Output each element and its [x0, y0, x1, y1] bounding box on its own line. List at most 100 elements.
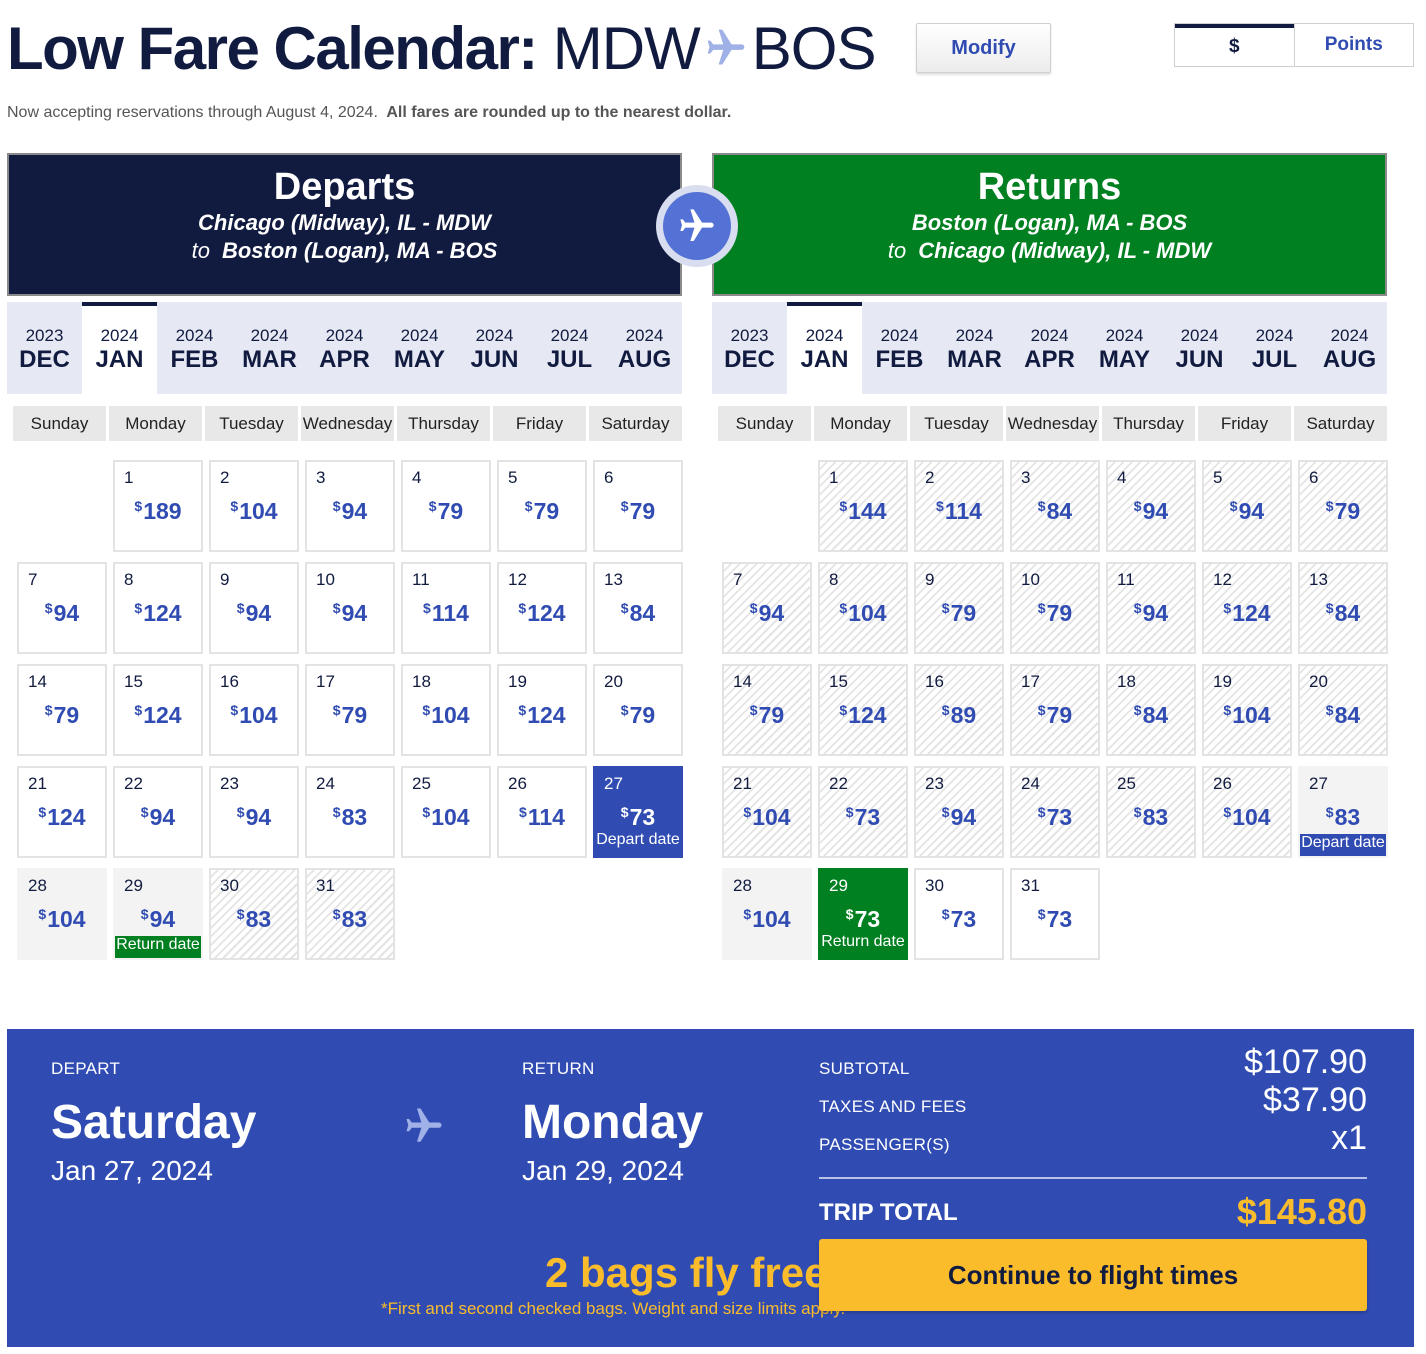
day-number: 22 — [124, 774, 143, 793]
depart-day-cell[interactable]: 17 $79 — [305, 664, 395, 756]
depart-day-cell[interactable]: 13 $84 — [593, 562, 683, 654]
depart-day-cell[interactable]: 5 $79 — [497, 460, 587, 552]
return-day-cell[interactable]: 28 $104 — [722, 868, 812, 960]
return-day-cell[interactable]: 31 $73 — [1010, 868, 1100, 960]
depart-day-cell[interactable]: 7 $94 — [17, 562, 107, 654]
depart-month-tab-aug[interactable]: 2024 AUG — [607, 302, 682, 394]
return-day-cell[interactable]: 25 $83 — [1106, 766, 1196, 858]
return-weekday-wednesday: Wednesday — [1006, 406, 1099, 441]
return-month-tab-may[interactable]: 2024 MAY — [1087, 302, 1162, 394]
depart-month-tab-dec[interactable]: 2023 DEC — [7, 302, 82, 394]
return-day-cell[interactable]: 11 $94 — [1106, 562, 1196, 654]
return-weekday-monday: Monday — [814, 406, 907, 441]
return-day-cell[interactable]: 22 $73 — [818, 766, 908, 858]
day-number: 18 — [412, 672, 431, 691]
depart-day-cell[interactable]: 24 $83 — [305, 766, 395, 858]
currency-dollars-option[interactable]: $ — [1175, 24, 1294, 66]
depart-day-cell[interactable]: 4 $79 — [401, 460, 491, 552]
return-month-tab-mar[interactable]: 2024 MAR — [937, 302, 1012, 394]
depart-day-cell[interactable]: 27 $73 Depart date — [593, 766, 683, 858]
depart-month-tab-apr[interactable]: 2024 APR — [307, 302, 382, 394]
return-day-cell[interactable]: 6 $79 — [1298, 460, 1388, 552]
depart-day-cell[interactable]: 26 $114 — [497, 766, 587, 858]
return-day-cell[interactable]: 21 $104 — [722, 766, 812, 858]
depart-day-cell[interactable]: 11 $114 — [401, 562, 491, 654]
depart-day-cell[interactable]: 21 $124 — [17, 766, 107, 858]
return-day-cell[interactable]: 29 $73 Return date — [818, 868, 908, 960]
return-day-cell[interactable]: 1 $144 — [818, 460, 908, 552]
return-day-cell[interactable]: 4 $94 — [1106, 460, 1196, 552]
depart-day-cell[interactable]: 8 $124 — [113, 562, 203, 654]
return-day-cell[interactable]: 16 $89 — [914, 664, 1004, 756]
return-day-cell[interactable]: 24 $73 — [1010, 766, 1100, 858]
return-month-tab-dec[interactable]: 2023 DEC — [712, 302, 787, 394]
currency-symbol: $ — [140, 804, 149, 820]
depart-day-cell[interactable]: 18 $104 — [401, 664, 491, 756]
return-day-cell[interactable]: 20 $84 — [1298, 664, 1388, 756]
return-day-cell[interactable]: 3 $84 — [1010, 460, 1100, 552]
fare-amount: 104 — [1232, 702, 1271, 728]
depart-day-cell[interactable]: 3 $94 — [305, 460, 395, 552]
depart-day-cell[interactable]: 6 $79 — [593, 460, 683, 552]
depart-day-cell[interactable]: 14 $79 — [17, 664, 107, 756]
day-number: 2 — [220, 468, 230, 487]
depart-day-cell[interactable]: 20 $79 — [593, 664, 683, 756]
depart-label: DEPART — [51, 1059, 121, 1078]
depart-day-cell[interactable]: 23 $94 — [209, 766, 299, 858]
depart-month-tab-jul[interactable]: 2024 JUL — [532, 302, 607, 394]
currency-points-option[interactable]: Points — [1293, 24, 1413, 66]
return-day-cell[interactable]: 30 $73 — [914, 868, 1004, 960]
return-month-tab-jan[interactable]: 2024 JAN — [787, 302, 862, 394]
depart-day-cell[interactable]: 31 $83 — [305, 868, 395, 960]
continue-button[interactable]: Continue to flight times — [819, 1239, 1367, 1311]
return-day-cell[interactable]: 9 $79 — [914, 562, 1004, 654]
return-day-cell[interactable]: 10 $79 — [1010, 562, 1100, 654]
depart-day-cell[interactable]: 9 $94 — [209, 562, 299, 654]
return-day-cell[interactable]: 8 $104 — [818, 562, 908, 654]
depart-day-cell[interactable]: 25 $104 — [401, 766, 491, 858]
return-month-tab-apr[interactable]: 2024 APR — [1012, 302, 1087, 394]
fare-amount: 73 — [1046, 906, 1073, 932]
return-month-tab-aug[interactable]: 2024 AUG — [1312, 302, 1387, 394]
return-day-cell[interactable]: 13 $84 — [1298, 562, 1388, 654]
depart-day-cell[interactable]: 19 $124 — [497, 664, 587, 756]
depart-day-cell[interactable]: 30 $83 — [209, 868, 299, 960]
return-day-cell[interactable]: 15 $124 — [818, 664, 908, 756]
depart-month-tab-jan[interactable]: 2024 JAN — [82, 302, 157, 394]
depart-day-cell[interactable]: 29 $94 Return date — [113, 868, 203, 960]
depart-day-cell[interactable]: 10 $94 — [305, 562, 395, 654]
return-day-cell[interactable]: 26 $104 — [1202, 766, 1292, 858]
modify-button[interactable]: Modify — [916, 23, 1051, 73]
return-day-cell[interactable]: 18 $84 — [1106, 664, 1196, 756]
return-day-cell[interactable]: 19 $104 — [1202, 664, 1292, 756]
return-day-cell[interactable]: 23 $94 — [914, 766, 1004, 858]
return-day-cell[interactable]: 5 $94 — [1202, 460, 1292, 552]
return-day-cell[interactable]: 14 $79 — [722, 664, 812, 756]
depart-month-tab-may[interactable]: 2024 MAY — [382, 302, 457, 394]
depart-day-cell[interactable]: 16 $104 — [209, 664, 299, 756]
return-day-cell[interactable]: 7 $94 — [722, 562, 812, 654]
return-month-tab-feb[interactable]: 2024 FEB — [862, 302, 937, 394]
return-month-tab-jul[interactable]: 2024 JUL — [1237, 302, 1312, 394]
depart-day-cell[interactable]: 22 $94 — [113, 766, 203, 858]
return-day-cell[interactable]: 12 $124 — [1202, 562, 1292, 654]
plane-icon — [707, 29, 745, 65]
currency-symbol: $ — [1037, 600, 1046, 616]
return-month-tab-jun[interactable]: 2024 JUN — [1162, 302, 1237, 394]
depart-month-tab-feb[interactable]: 2024 FEB — [157, 302, 232, 394]
return-day-cell[interactable]: 2 $114 — [914, 460, 1004, 552]
depart-day-cell[interactable]: 28 $104 — [17, 868, 107, 960]
depart-month-tab-mar[interactable]: 2024 MAR — [232, 302, 307, 394]
depart-day-cell[interactable]: 1 $189 — [113, 460, 203, 552]
currency-symbol: $ — [428, 498, 437, 514]
depart-day-cell[interactable]: 15 $124 — [113, 664, 203, 756]
day-number: 11 — [1117, 570, 1135, 589]
depart-day-cell[interactable]: 12 $124 — [497, 562, 587, 654]
depart-month-tab-jun[interactable]: 2024 JUN — [457, 302, 532, 394]
day-number: 30 — [220, 876, 239, 895]
currency-symbol: $ — [749, 600, 758, 616]
fare-price: $83 — [211, 906, 297, 933]
depart-day-cell[interactable]: 2 $104 — [209, 460, 299, 552]
return-day-cell[interactable]: 17 $79 — [1010, 664, 1100, 756]
return-day-cell[interactable]: 27 $83 Depart date — [1298, 766, 1388, 858]
